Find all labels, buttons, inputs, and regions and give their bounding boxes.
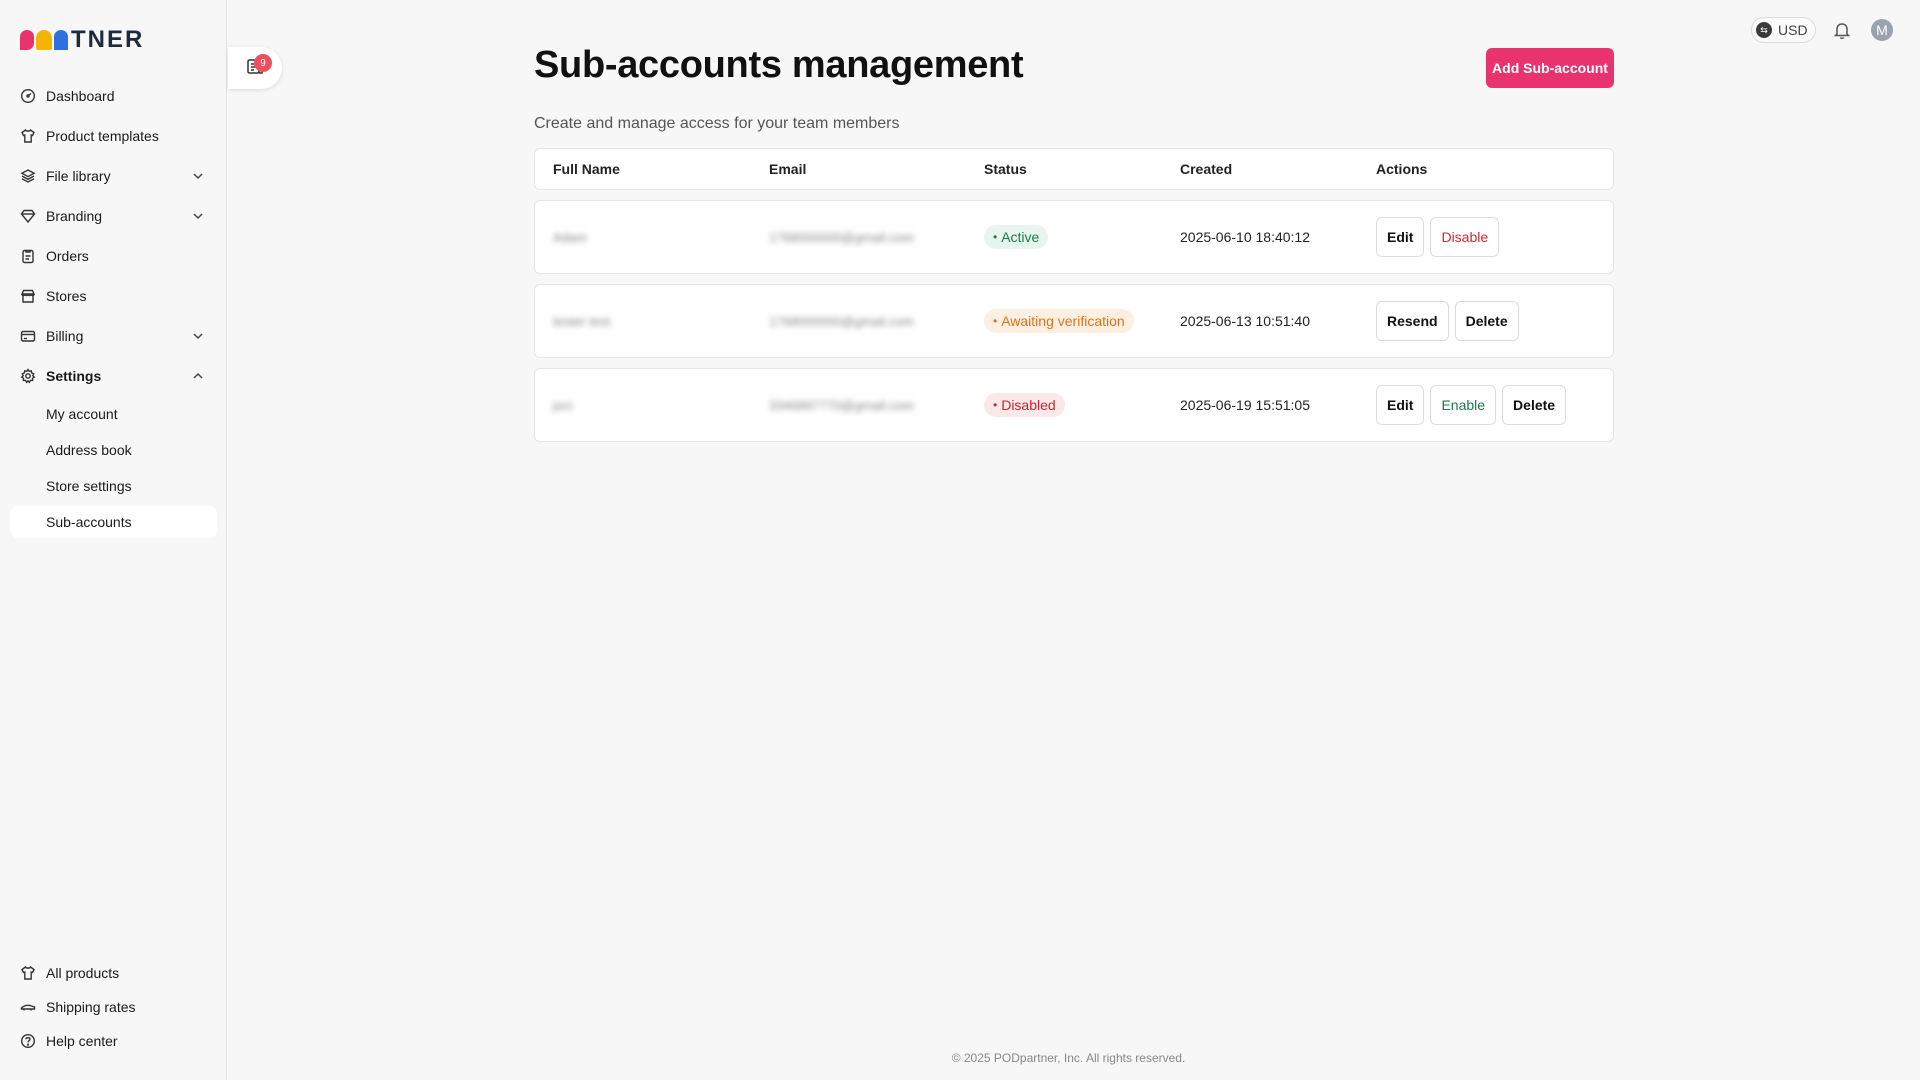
- enable-button[interactable]: Enable: [1430, 385, 1497, 425]
- sidebar-item-settings[interactable]: Settings: [10, 356, 217, 396]
- sidebar-item-shipping-rates[interactable]: Shipping rates: [10, 990, 217, 1024]
- resend-button[interactable]: Resend: [1376, 301, 1449, 341]
- row-email: 1768000000@gmail.com: [769, 229, 914, 245]
- column-header-actions: Actions: [1376, 161, 1428, 177]
- column-header-status: Status: [984, 161, 1027, 177]
- edit-button[interactable]: Edit: [1376, 385, 1425, 425]
- settings-subnav: My account Address book Store settings S…: [10, 398, 217, 538]
- column-header-created: Created: [1180, 161, 1233, 177]
- sidebar: TNER Dashboard Product templates File li…: [0, 0, 227, 1080]
- row-actions: Edit Enable Delete: [1376, 369, 1567, 441]
- sidebar-item-label: Help center: [46, 1033, 118, 1049]
- row-email: 3346897770@gmail.com: [769, 397, 914, 413]
- sidebar-item-product-templates[interactable]: Product templates: [10, 116, 217, 156]
- sidebar-item-label: Orders: [46, 248, 89, 264]
- column-header-full-name: Full Name: [553, 161, 620, 177]
- layers-icon: [20, 168, 36, 184]
- notification-count-badge: 9: [254, 54, 272, 72]
- sidebar-item-label: Product templates: [46, 128, 159, 144]
- sidebar-subitem-address-book[interactable]: Address book: [10, 434, 217, 466]
- sidebar-subitem-store-settings[interactable]: Store settings: [10, 470, 217, 502]
- sidebar-item-stores[interactable]: Stores: [10, 276, 217, 316]
- sidebar-item-file-library[interactable]: File library: [10, 156, 217, 196]
- table-row: Adam 1768000000@gmail.com Active 2025-06…: [534, 200, 1614, 274]
- status-badge: Active: [984, 225, 1049, 249]
- sidebar-item-branding[interactable]: Branding: [10, 196, 217, 236]
- store-icon: [20, 288, 36, 304]
- bell-icon[interactable]: [1832, 20, 1852, 40]
- sidebar-item-label: Stores: [46, 288, 87, 304]
- table-row: tester test 1768000000@gmail.com Awaitin…: [534, 284, 1614, 358]
- logo-mark-icon: [20, 30, 68, 50]
- column-header-email: Email: [769, 161, 807, 177]
- delete-button[interactable]: Delete: [1502, 385, 1567, 425]
- logo-text: TNER: [71, 26, 145, 53]
- sidebar-item-label: File library: [46, 168, 111, 184]
- footer: © 2025 PODpartner, Inc. All rights reser…: [0, 1051, 1920, 1065]
- delete-button[interactable]: Delete: [1454, 301, 1519, 341]
- card-icon: [20, 328, 36, 344]
- disable-button[interactable]: Disable: [1430, 217, 1500, 257]
- add-sub-account-button[interactable]: Add Sub-account: [1486, 48, 1614, 88]
- status-badge: Awaiting verification: [984, 309, 1134, 333]
- chevron-down-icon[interactable]: [191, 329, 205, 343]
- sidebar-item-all-products[interactable]: All products: [10, 956, 217, 990]
- sidebar-item-label: Billing: [46, 328, 84, 344]
- row-created: 2025-06-10 18:40:12: [1180, 229, 1310, 245]
- table-header: Full Name Email Status Created Actions: [534, 148, 1614, 190]
- status-badge: Disabled: [984, 393, 1065, 417]
- diamond-icon: [20, 208, 36, 224]
- table-row: joci 3346897770@gmail.com Disabled 2025-…: [534, 368, 1614, 442]
- clipboard-icon: [20, 248, 36, 264]
- row-full-name: joci: [553, 397, 573, 413]
- sidebar-item-label: Branding: [46, 208, 103, 224]
- sidebar-item-label: Shipping rates: [46, 999, 136, 1015]
- sidebar-subitem-sub-accounts[interactable]: Sub-accounts: [10, 506, 217, 538]
- sidebar-item-orders[interactable]: Orders: [10, 236, 217, 276]
- currency-label: USD: [1778, 22, 1808, 38]
- gear-icon: [20, 368, 36, 384]
- sidebar-nav: Dashboard Product templates File library…: [10, 76, 217, 542]
- help-icon: [20, 1033, 36, 1049]
- sidebar-item-billing[interactable]: Billing: [10, 316, 217, 356]
- page-title: Sub-accounts management: [534, 44, 1024, 86]
- sidebar-item-dashboard[interactable]: Dashboard: [10, 76, 217, 116]
- edit-button[interactable]: Edit: [1376, 217, 1425, 257]
- truck-icon: [20, 999, 36, 1015]
- sidebar-item-label: Settings: [46, 368, 102, 384]
- chevron-down-icon[interactable]: [191, 169, 205, 183]
- row-created: 2025-06-19 15:51:05: [1180, 397, 1310, 413]
- row-full-name: tester test: [553, 313, 611, 329]
- sidebar-item-label: All products: [46, 965, 120, 981]
- currency-selector[interactable]: ⇆ USD: [1751, 17, 1816, 43]
- row-actions: Resend Delete: [1376, 285, 1519, 357]
- shirt-icon: [20, 128, 36, 144]
- dashboard-icon: [20, 88, 36, 104]
- brand-logo[interactable]: TNER: [20, 26, 145, 53]
- sidebar-subitem-my-account[interactable]: My account: [10, 398, 217, 430]
- currency-exchange-icon: ⇆: [1756, 22, 1772, 38]
- sidebar-bottom-nav: All products Shipping rates Help center: [10, 956, 217, 1058]
- row-created: 2025-06-13 10:51:40: [1180, 313, 1310, 329]
- avatar[interactable]: M: [1871, 19, 1893, 41]
- page-subtitle: Create and manage access for your team m…: [534, 115, 900, 132]
- chevron-down-icon[interactable]: [191, 209, 205, 223]
- sidebar-item-label: Dashboard: [46, 88, 115, 104]
- row-full-name: Adam: [553, 229, 587, 245]
- chevron-up-icon[interactable]: [191, 369, 205, 383]
- copyright-text: © 2025 PODpartner, Inc. All rights reser…: [951, 1051, 1186, 1065]
- row-actions: Edit Disable: [1376, 201, 1500, 273]
- row-email: 1768000000@gmail.com: [769, 313, 914, 329]
- box-icon: [20, 965, 36, 981]
